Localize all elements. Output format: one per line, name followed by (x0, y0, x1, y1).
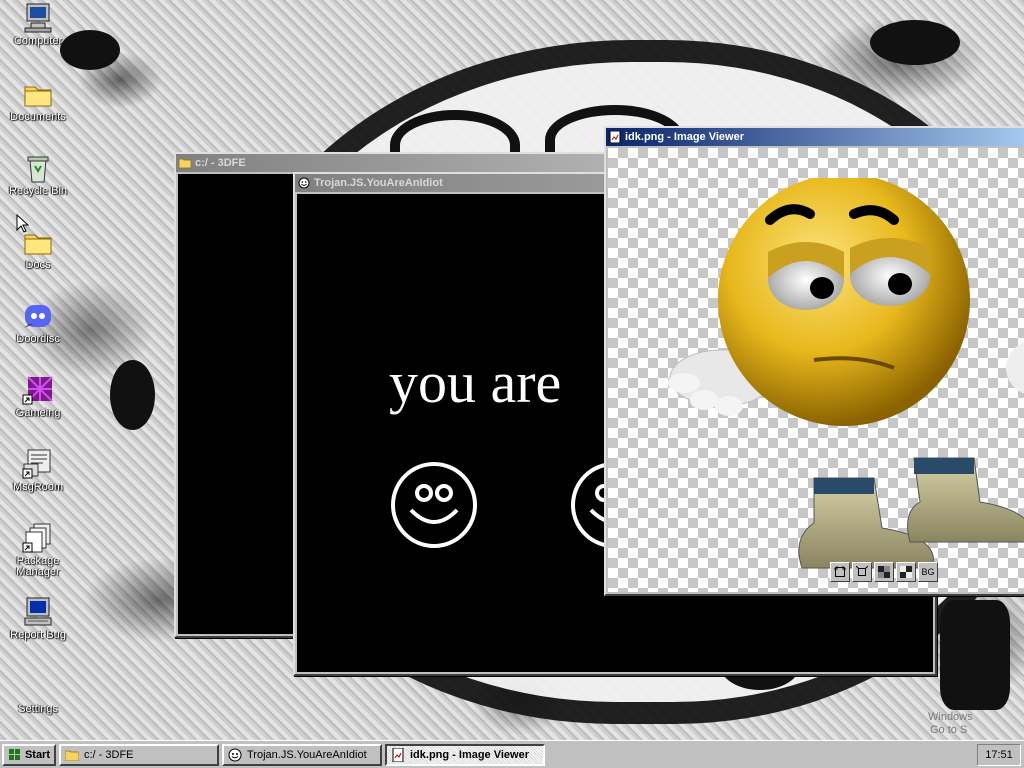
desktop-icon-report-bug[interactable]: Report Bug (0, 596, 76, 641)
folder-icon (179, 158, 191, 169)
desktop-icon-label: Recycle Bin (8, 185, 68, 197)
folder-icon (65, 750, 79, 761)
recycle-bin-icon (22, 152, 54, 184)
package-icon (22, 522, 54, 554)
desktop-icon-package-manager[interactable]: Package Manager (0, 522, 76, 578)
watermark-line2: Go to S (930, 724, 968, 736)
desktop-icon-docs[interactable]: Docs (0, 226, 76, 271)
settings-icon (22, 670, 54, 702)
fit-icon (834, 566, 846, 577)
explorer-titlebar[interactable]: c:/ - 3DFE (176, 154, 646, 172)
chat-icon (22, 448, 54, 480)
smiley-face-icon (391, 462, 477, 548)
watermark-line1: Windows (928, 711, 973, 723)
taskbar-button-label: c:/ - 3DFE (84, 748, 134, 761)
desktop-icon-label: MsgRoom (12, 481, 64, 493)
trojan-window-title: Trojan.JS.YouAreAnIdiot (314, 177, 443, 189)
game-shortcut-icon (22, 374, 54, 406)
shrugging-emoji-image (668, 178, 1024, 569)
dark-background-button[interactable] (874, 562, 894, 582)
desktop-icon-recycle-bin[interactable]: Recycle Bin (0, 152, 76, 197)
image-canvas[interactable]: BG (608, 148, 1024, 592)
taskbar-button-label: idk.png - Image Viewer (410, 748, 529, 761)
image-viewer-titlebar[interactable]: idk.png - Image Viewer (606, 128, 1024, 146)
image-file-icon (392, 747, 404, 762)
wallpaper-splat (870, 20, 960, 65)
background-color-button[interactable]: BG (918, 562, 938, 582)
actual-size-icon (856, 566, 868, 576)
desktop-icon-doordisc[interactable]: Doordisc (0, 300, 76, 345)
desktop-icon-label: Package Manager (16, 555, 60, 578)
checker-light-icon (900, 566, 912, 578)
desktop-icon-gameing[interactable]: Gameing (0, 374, 76, 419)
desktop-wallpaper: Windows Go to S Computer Documents Recyc… (0, 0, 1024, 740)
taskbar-button-image-viewer[interactable]: idk.png - Image Viewer (385, 743, 545, 766)
clock[interactable]: 17:51 (985, 749, 1013, 761)
light-background-button[interactable] (896, 562, 916, 582)
wallpaper-splat (940, 600, 1010, 710)
smiley-icon (228, 748, 242, 761)
system-tray: 17:51 (977, 744, 1021, 766)
activation-watermark: Windows (928, 711, 973, 723)
actual-size-button[interactable] (852, 562, 872, 582)
image-viewer-window[interactable]: idk.png - Image Viewer BG (604, 126, 1024, 596)
bug-report-icon (22, 596, 54, 628)
explorer-window-title: c:/ - 3DFE (195, 157, 246, 169)
desktop-icon-label: Computer (13, 35, 63, 47)
computer-icon (22, 2, 54, 34)
taskbar-button-trojan[interactable]: Trojan.JS.YouAreAnIdiot (222, 743, 382, 766)
start-label: Start (24, 748, 50, 761)
folder-icon (22, 78, 54, 110)
taskbar-button-explorer[interactable]: c:/ - 3DFE (59, 743, 219, 766)
desktop-icon-label: Doordisc (16, 333, 60, 345)
taskbar: Start c:/ - 3DFE Trojan.JS.YouAreAnIdiot… (0, 740, 1024, 768)
bg-button-label: BG (921, 567, 935, 577)
start-button[interactable]: Start (2, 743, 56, 766)
mouse-cursor-icon (16, 214, 30, 233)
desktop-icon-label: Settings (18, 703, 58, 715)
image-viewer-window-title: idk.png - Image Viewer (625, 131, 744, 143)
desktop-icon-msgroom[interactable]: MsgRoom (0, 448, 76, 493)
checker-dark-icon (878, 566, 890, 578)
desktop-icon-documents[interactable]: Documents (0, 78, 76, 123)
smiley-icon (298, 177, 310, 189)
start-logo-icon (9, 748, 20, 760)
trojan-message: you are (389, 350, 562, 415)
desktop-icon-computer[interactable]: Computer (0, 2, 76, 47)
desktop-icon-label: Report Bug (10, 629, 66, 641)
wallpaper-splat (110, 360, 155, 430)
desktop-icon-settings[interactable]: Settings (0, 670, 76, 715)
desktop-icon-label: Documents (10, 111, 66, 123)
desktop-icon-label: Docs (25, 259, 51, 271)
desktop-icon-label: Gameing (15, 407, 61, 419)
activation-watermark-sub: Go to S (930, 724, 967, 736)
taskbar-button-label: Trojan.JS.YouAreAnIdiot (247, 748, 367, 761)
fit-window-button[interactable] (830, 562, 850, 582)
discord-icon (22, 300, 54, 332)
image-file-icon (609, 131, 621, 143)
